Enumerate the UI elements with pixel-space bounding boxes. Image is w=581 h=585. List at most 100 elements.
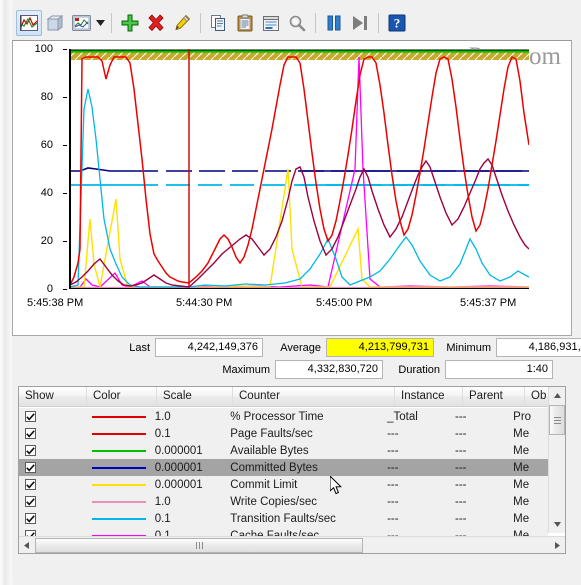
histogram-view-button[interactable] bbox=[42, 10, 68, 36]
report-view-icon bbox=[71, 15, 91, 31]
freeze-display-button[interactable] bbox=[321, 10, 347, 36]
graph-panel[interactable]: groovyPost.com 100 80 60 40 20 0 bbox=[12, 40, 572, 336]
statistics-bar: Last 4,242,149,376 Average 4,213,799,731… bbox=[12, 336, 581, 382]
paste-counter-list-button[interactable] bbox=[232, 10, 258, 36]
minimum-label: Minimum bbox=[446, 341, 491, 354]
histogram-view-icon bbox=[46, 14, 64, 31]
vertical-scrollbar-thumb[interactable] bbox=[549, 405, 565, 435]
table-row[interactable]: 1.0 Write Copies/sec --- --- Me bbox=[19, 493, 548, 510]
checkbox[interactable] bbox=[25, 513, 36, 524]
minimum-value: 4,186,931,200 bbox=[496, 338, 581, 357]
scroll-up-button[interactable] bbox=[549, 387, 565, 404]
color-line bbox=[91, 466, 146, 469]
checkbox[interactable] bbox=[25, 496, 36, 507]
scale-value: 0.000001 bbox=[154, 478, 203, 491]
column-header-show[interactable]: Show bbox=[19, 387, 87, 406]
update-data-button[interactable] bbox=[347, 10, 373, 36]
help-button[interactable]: ? bbox=[384, 10, 410, 36]
toolbar: ? bbox=[12, 6, 572, 40]
delete-counter-button[interactable] bbox=[143, 10, 169, 36]
color-swatch-cell[interactable] bbox=[85, 466, 153, 469]
scale-value: 0.000001 bbox=[154, 444, 203, 457]
checkbox[interactable] bbox=[25, 479, 36, 490]
performance-monitor-client: ? groovyPost.com 100 80 60 40 20 0 bbox=[12, 6, 581, 578]
table-row[interactable]: 1.0 % Processor Time _Total --- Pro bbox=[19, 408, 548, 425]
y-tick-label: 0 bbox=[46, 283, 53, 295]
scroll-left-button[interactable] bbox=[19, 536, 34, 553]
show-checkbox-cell[interactable] bbox=[19, 479, 85, 490]
color-line bbox=[91, 415, 146, 418]
horizontal-scrollbar-thumb[interactable] bbox=[35, 537, 363, 553]
table-row[interactable]: 0.000001 Available Bytes --- --- Me bbox=[19, 442, 548, 459]
plot-area[interactable] bbox=[69, 49, 529, 289]
column-header-counter[interactable]: Counter bbox=[233, 387, 395, 406]
plot-wrapper: 100 80 60 40 20 0 5:45:38 PM 5:44:30 PM … bbox=[13, 41, 571, 335]
column-header-instance[interactable]: Instance bbox=[395, 387, 463, 406]
copy-properties-button[interactable] bbox=[206, 10, 232, 36]
show-checkbox-cell[interactable] bbox=[19, 428, 85, 439]
show-checkbox-cell[interactable] bbox=[19, 496, 85, 507]
show-checkbox-cell[interactable] bbox=[19, 445, 85, 456]
column-header-color[interactable]: Color bbox=[87, 387, 157, 406]
delete-counter-icon bbox=[148, 14, 164, 31]
scale-value: 0.1 bbox=[154, 427, 171, 440]
color-swatch-cell[interactable] bbox=[85, 500, 153, 503]
checkmark-icon bbox=[26, 463, 35, 472]
scroll-right-button[interactable] bbox=[550, 536, 565, 553]
checkbox[interactable] bbox=[25, 462, 36, 473]
scale-value: 0.1 bbox=[154, 512, 171, 525]
counter-name: Available Bytes bbox=[230, 444, 309, 457]
table-row[interactable]: 0.000001 Committed Bytes --- --- Me bbox=[19, 459, 548, 476]
zoom-button[interactable] bbox=[284, 10, 310, 36]
toolbar-separator bbox=[111, 13, 112, 33]
properties-button[interactable] bbox=[258, 10, 284, 36]
counter-table-header: Show Color Scale Counter Instance Parent… bbox=[19, 387, 565, 407]
series-commit-limit bbox=[70, 168, 529, 288]
checkbox[interactable] bbox=[25, 411, 36, 422]
table-row[interactable]: 0.1 Transition Faults/sec --- --- Me bbox=[19, 510, 548, 527]
graph-type-dropdown-button[interactable] bbox=[94, 10, 106, 36]
color-swatch-cell[interactable] bbox=[85, 517, 153, 520]
parent-value: --- bbox=[455, 444, 467, 457]
column-header-scale[interactable]: Scale bbox=[157, 387, 233, 406]
report-view-button[interactable] bbox=[68, 10, 94, 36]
vertical-scrollbar[interactable] bbox=[548, 387, 565, 533]
duration-value: 1:40 bbox=[445, 360, 553, 379]
color-line bbox=[91, 500, 146, 503]
paste-counter-list-icon bbox=[237, 14, 253, 32]
table-row[interactable]: 0.1 Page Faults/sec --- --- Me bbox=[19, 425, 548, 442]
parent-value: --- bbox=[455, 478, 467, 491]
instance-value: --- bbox=[387, 461, 399, 474]
parent-value: --- bbox=[455, 495, 467, 508]
series-committed-bytes bbox=[70, 167, 529, 172]
horizontal-scrollbar[interactable] bbox=[19, 536, 565, 553]
scroll-down-button[interactable] bbox=[549, 516, 565, 533]
update-data-icon bbox=[353, 16, 367, 30]
x-tick-label: 5:45:00 PM bbox=[316, 297, 373, 309]
color-swatch-cell[interactable] bbox=[85, 483, 153, 486]
counter-name: Write Copies/sec bbox=[230, 495, 317, 508]
counter-list-panel[interactable]: Show Color Scale Counter Instance Parent… bbox=[18, 386, 566, 554]
show-checkbox-cell[interactable] bbox=[19, 411, 85, 422]
object-value: Pro bbox=[513, 410, 532, 423]
checkbox[interactable] bbox=[25, 428, 36, 439]
counter-name: Page Faults/sec bbox=[230, 427, 313, 440]
highlight-button[interactable] bbox=[169, 10, 195, 36]
color-swatch-cell[interactable] bbox=[85, 449, 153, 452]
triangle-up-icon bbox=[553, 393, 561, 398]
y-tick-label: 80 bbox=[40, 91, 53, 103]
color-swatch-cell[interactable] bbox=[85, 415, 153, 418]
checkmark-icon bbox=[26, 412, 35, 421]
table-row[interactable]: 0.000001 Commit Limit --- --- Me bbox=[19, 476, 548, 493]
checkbox[interactable] bbox=[25, 445, 36, 456]
line-graph-view-button[interactable] bbox=[16, 10, 42, 36]
column-header-parent[interactable]: Parent bbox=[463, 387, 525, 406]
add-counter-button[interactable] bbox=[117, 10, 143, 36]
highlight-icon bbox=[175, 14, 191, 31]
show-checkbox-cell[interactable] bbox=[19, 513, 85, 524]
mouse-cursor bbox=[330, 476, 342, 495]
y-tick-mark bbox=[63, 97, 67, 98]
color-swatch-cell[interactable] bbox=[85, 432, 153, 435]
show-checkbox-cell[interactable] bbox=[19, 462, 85, 473]
copy-properties-icon bbox=[211, 15, 225, 31]
